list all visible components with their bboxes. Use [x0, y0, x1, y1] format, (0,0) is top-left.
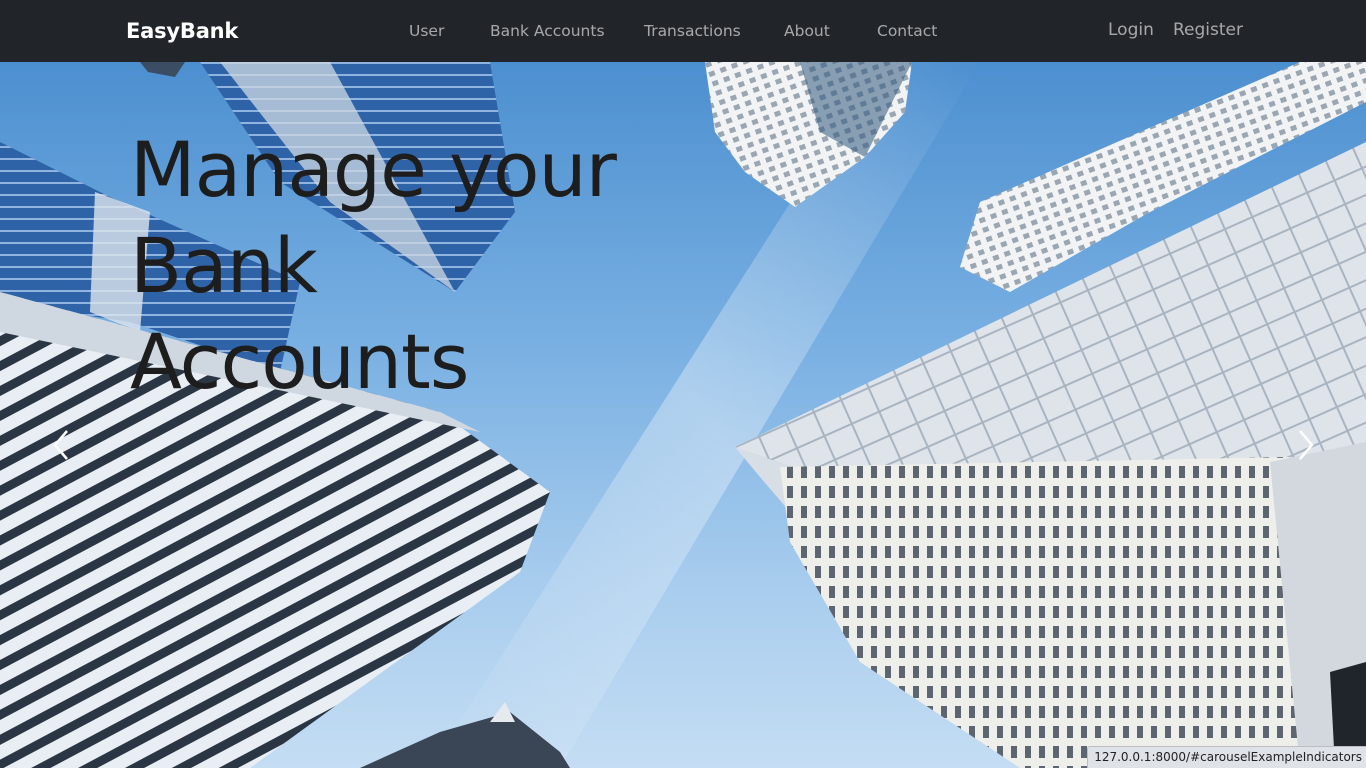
- register-link[interactable]: Register: [1173, 19, 1243, 41]
- brand-logo[interactable]: EasyBank: [126, 17, 238, 45]
- navbar: EasyBank User Bank Accounts Transactions…: [0, 0, 1366, 62]
- hero-headline: Manage your Bank Accounts: [130, 125, 617, 406]
- status-bar-url: 127.0.0.1:8000/#carouselExampleIndicator…: [1087, 746, 1366, 768]
- nav-link-about[interactable]: About: [784, 20, 830, 42]
- chevron-left-icon: [53, 430, 68, 460]
- carousel-prev-button[interactable]: [47, 425, 77, 465]
- carousel-next-button[interactable]: [1290, 425, 1320, 465]
- nav-link-user[interactable]: User: [409, 20, 444, 42]
- chevron-right-icon: [1299, 430, 1314, 460]
- nav-link-transactions[interactable]: Transactions: [644, 20, 741, 42]
- nav-link-contact[interactable]: Contact: [877, 20, 937, 42]
- nav-link-bank-accounts[interactable]: Bank Accounts: [490, 20, 605, 42]
- hero-carousel: Manage your Bank Accounts: [0, 62, 1366, 768]
- login-link[interactable]: Login: [1108, 19, 1154, 41]
